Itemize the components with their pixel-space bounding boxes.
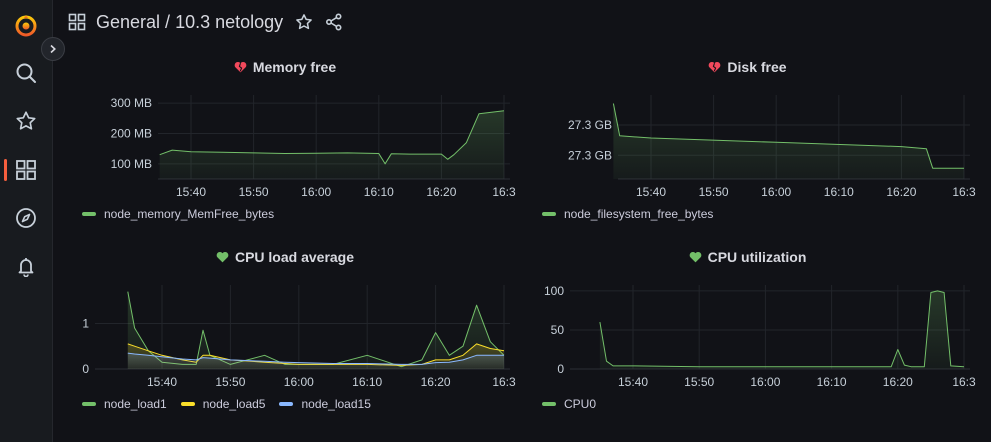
legend-label: node_load1	[104, 397, 167, 411]
x-tick-label: 15:40	[636, 185, 666, 199]
y-tick-label: 50	[551, 323, 565, 337]
x-tick-label: 16:00	[750, 375, 780, 389]
x-tick-label: 16:00	[301, 185, 331, 199]
y-tick-label: 27.3 GB	[568, 148, 612, 162]
y-tick-label: 100 MB	[111, 157, 152, 171]
legend: CPU0	[542, 397, 610, 411]
legend-label: CPU0	[564, 397, 597, 411]
legend-swatch	[82, 212, 96, 216]
x-tick-label: 16:20	[883, 375, 913, 389]
legend-item-CPU0[interactable]: CPU0	[542, 397, 596, 411]
x-tick-label: 16:3	[492, 375, 516, 389]
cpu-utilization-chart[interactable]: 100 50 0 15:40 15:50 16:00 16:10 16:20 16:3	[520, 247, 976, 417]
x-tick-label: 16:10	[352, 375, 382, 389]
alerting-bell-icon[interactable]	[0, 249, 52, 283]
legend-item-node_load1[interactable]: node_load1	[82, 397, 167, 411]
legend-swatch	[82, 402, 96, 406]
disk-free-chart[interactable]: 27.3 GB 27.3 GB 15:40 15:50 16:00 16:10 16:20 1…	[520, 57, 976, 227]
breadcrumb-folder[interactable]: General	[96, 12, 160, 33]
x-tick-label: 15:40	[618, 375, 648, 389]
y-tick-label: 27.3 GB	[568, 118, 612, 132]
panel-cpu-load-average[interactable]: CPU load average 1 0 15:40 15:50 16:00 16:10 1…	[60, 247, 516, 417]
search-icon[interactable]	[0, 56, 52, 90]
x-tick-label: 15:50	[215, 375, 245, 389]
grafana-logo-icon[interactable]	[0, 8, 52, 42]
share-icon[interactable]	[325, 13, 343, 31]
x-tick-label: 15:40	[147, 375, 177, 389]
x-tick-label: 16:20	[886, 185, 916, 199]
grid	[570, 285, 970, 370]
x-tick-label: 16:00	[284, 375, 314, 389]
legend-item-node_filesystem_free_bytes[interactable]: node_filesystem_free_bytes	[542, 207, 713, 221]
legend-swatch	[542, 212, 556, 216]
legend-label: node_load5	[202, 397, 266, 411]
memory-free-chart[interactable]: 300 MB 200 MB 100 MB 15:40 15:50 16:00 16:10 16…	[60, 57, 516, 227]
y-tick-label: 200 MB	[111, 126, 152, 140]
panel-memory-free[interactable]: Memory free 300 MB 200 MB 100 MB 15:40 15:50…	[60, 57, 516, 227]
dashboard-header: General / 10.3 netology	[68, 8, 343, 36]
x-tick-label: 16:10	[364, 185, 394, 199]
series-area-node_load1	[127, 291, 505, 369]
y-tick-label: 300 MB	[111, 96, 152, 110]
legend-item-node_load15[interactable]: node_load15	[279, 397, 371, 411]
sidebar	[0, 0, 53, 442]
legend-label: node_load15	[301, 397, 371, 411]
legend-swatch	[180, 402, 195, 406]
x-tick-label: 15:50	[684, 375, 714, 389]
x-tick-label: 16:20	[421, 375, 451, 389]
legend-label: node_memory_MemFree_bytes	[104, 207, 275, 221]
chevron-right-icon	[50, 44, 56, 54]
legend: node_load1 node_load5 node_load15	[82, 397, 385, 411]
mark-favorite-star-icon[interactable]	[295, 13, 313, 31]
x-tick-label: 16:20	[426, 185, 456, 199]
x-tick-label: 16:10	[817, 375, 847, 389]
x-tick-label: 15:50	[699, 185, 729, 199]
starred-icon[interactable]	[0, 104, 52, 138]
legend-swatch	[542, 402, 556, 406]
x-tick-label: 16:3	[952, 185, 976, 199]
x-tick-label: 15:40	[176, 185, 206, 199]
legend: node_memory_MemFree_bytes	[82, 207, 288, 221]
legend: node_filesystem_free_bytes	[542, 207, 727, 221]
y-tick-label: 0	[82, 362, 89, 376]
y-tick-label: 1	[82, 316, 89, 330]
x-tick-label: 16:10	[824, 185, 854, 199]
legend-item-node_load5[interactable]: node_load5	[180, 397, 266, 411]
x-tick-label: 16:3	[492, 185, 516, 199]
x-tick-label: 16:3	[952, 375, 976, 389]
panel-disk-free[interactable]: Disk free 27.3 GB 27.3 GB 15:40 15:50 16:00 1…	[520, 57, 976, 227]
explore-icon[interactable]	[0, 201, 52, 235]
breadcrumb-separator: /	[160, 11, 176, 32]
x-tick-label: 16:00	[761, 185, 791, 199]
expand-sidebar-button[interactable]	[41, 37, 65, 61]
dashboards-icon[interactable]	[0, 153, 52, 187]
x-tick-label: 15:50	[239, 185, 269, 199]
y-tick-label: 100	[544, 284, 564, 298]
cpu-load-chart[interactable]: 1 0 15:40 15:50 16:00 16:10 16:20 16:3	[60, 247, 516, 417]
series-area-node_filesystem_free_bytes	[613, 103, 964, 179]
legend-swatch	[279, 402, 294, 406]
panel-cpu-utilization[interactable]: CPU utilization 100 50 0 15:40 15:50 16:00 16:…	[520, 247, 976, 417]
series-area-node_memory_MemFree_bytes	[159, 110, 504, 179]
dashboard-title[interactable]: 10.3 netology	[175, 12, 283, 33]
legend-item-node_memory_MemFree_bytes[interactable]: node_memory_MemFree_bytes	[82, 207, 274, 221]
dashboards-grid-icon	[68, 13, 86, 31]
series-line-CPU0	[599, 290, 965, 368]
y-tick-label: 0	[557, 362, 564, 376]
legend-label: node_filesystem_free_bytes	[564, 207, 714, 221]
